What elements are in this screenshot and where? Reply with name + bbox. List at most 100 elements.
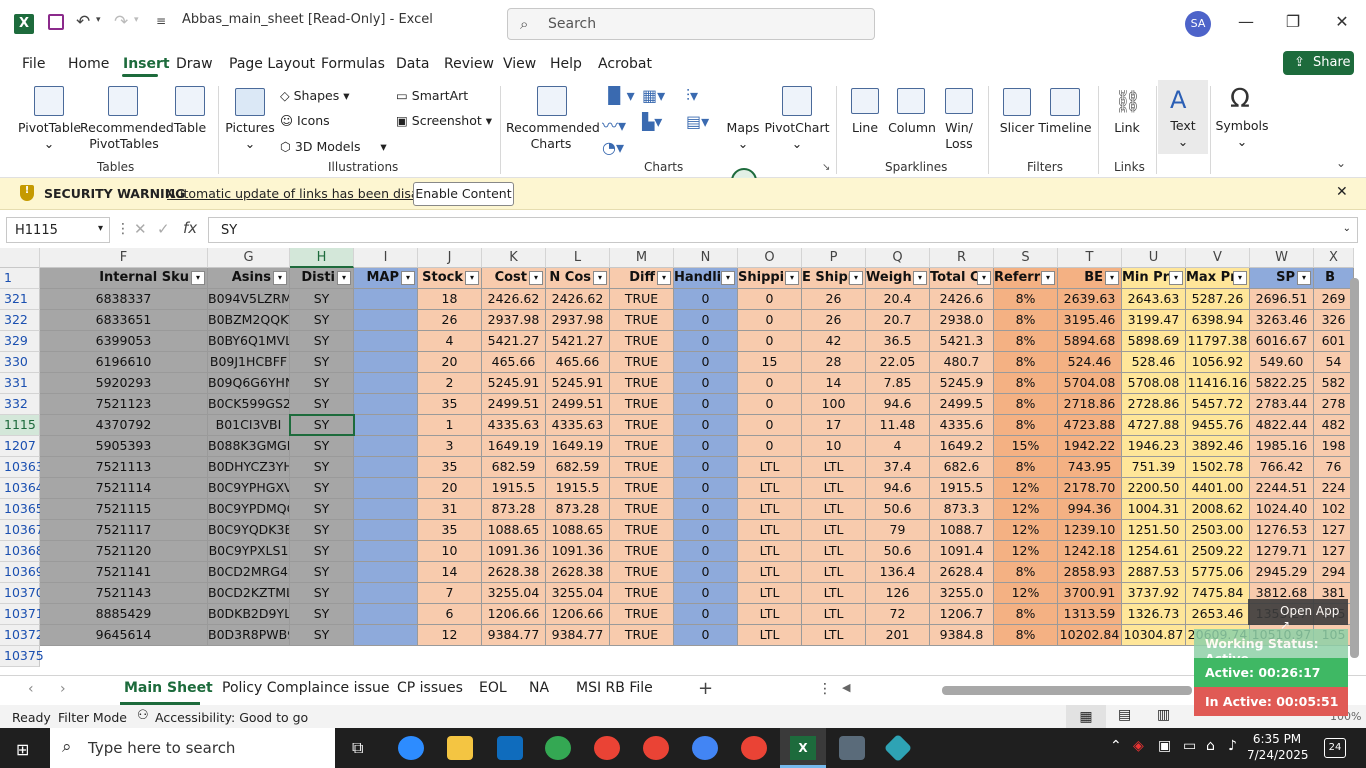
table-cell[interactable]: 8% bbox=[994, 562, 1058, 583]
column-header-r[interactable]: R bbox=[930, 248, 994, 268]
table-cell[interactable]: 9645614 bbox=[40, 625, 208, 646]
table-cell[interactable]: 0 bbox=[674, 499, 738, 520]
table-cell[interactable]: 465.66 bbox=[482, 352, 546, 373]
table-cell[interactable]: 8% bbox=[994, 457, 1058, 478]
table-cell[interactable]: 2200.50 bbox=[1122, 478, 1186, 499]
filter-dropdown-icon[interactable]: ▾ bbox=[273, 271, 287, 285]
row-header[interactable]: 330 bbox=[0, 352, 40, 373]
table-cell[interactable]: 2858.93 bbox=[1058, 562, 1122, 583]
table-cell[interactable]: 8% bbox=[994, 289, 1058, 310]
column-header-g[interactable]: G bbox=[208, 248, 290, 268]
page-break-view-icon[interactable]: ▥ bbox=[1157, 707, 1170, 723]
table-cell[interactable]: 0 bbox=[738, 415, 802, 436]
hierarchy-chart-icon[interactable]: ▦▾ bbox=[642, 86, 665, 105]
table-cell[interactable]: 10304.87 bbox=[1122, 625, 1186, 646]
combo-chart-icon[interactable]: ▤▾ bbox=[686, 112, 709, 131]
table-cell[interactable]: 14 bbox=[802, 373, 866, 394]
table-cell[interactable]: SY bbox=[290, 520, 354, 541]
table-cell[interactable]: 6833651 bbox=[40, 310, 208, 331]
tray-icon[interactable]: ▣ bbox=[1158, 738, 1171, 754]
row-header[interactable]: 10372 bbox=[0, 625, 44, 646]
table-cell[interactable]: 2628.38 bbox=[482, 562, 546, 583]
table-cell[interactable]: 2937.98 bbox=[546, 310, 610, 331]
close-icon[interactable]: ✕ bbox=[1327, 12, 1357, 31]
page-layout-view-icon[interactable]: ▤ bbox=[1118, 707, 1131, 723]
table-cell[interactable]: 1915.5 bbox=[482, 478, 546, 499]
table-cell[interactable]: SY bbox=[290, 415, 354, 436]
table-header-cell[interactable]: E Shipp ▾ bbox=[802, 268, 866, 289]
table-cell[interactable]: 480.7 bbox=[930, 352, 994, 373]
table-cell[interactable]: 1091.4 bbox=[930, 541, 994, 562]
table-cell[interactable]: 5894.68 bbox=[1058, 331, 1122, 352]
table-cell[interactable]: 8% bbox=[994, 373, 1058, 394]
table-cell[interactable]: 1091.36 bbox=[546, 541, 610, 562]
table-cell[interactable] bbox=[354, 457, 418, 478]
menu-formulas[interactable]: Formulas bbox=[321, 56, 385, 72]
filter-dropdown-icon[interactable]: ▾ bbox=[913, 271, 927, 285]
table-cell[interactable]: 0 bbox=[674, 415, 738, 436]
table-cell[interactable] bbox=[354, 289, 418, 310]
table-cell[interactable]: SY bbox=[290, 583, 354, 604]
insert-function-icon[interactable]: fx bbox=[183, 219, 197, 237]
table-cell[interactable]: 1056.92 bbox=[1186, 352, 1250, 373]
table-cell[interactable]: 582 bbox=[1314, 373, 1354, 394]
row-header[interactable]: 10363 bbox=[0, 457, 44, 478]
table-cell[interactable]: 2887.53 bbox=[1122, 562, 1186, 583]
table-cell[interactable]: 26 bbox=[802, 289, 866, 310]
security-message-link[interactable]: Automatic update of links has been disab… bbox=[167, 186, 446, 201]
table-cell[interactable]: SY bbox=[290, 478, 354, 499]
menu-insert[interactable]: Insert bbox=[123, 56, 170, 72]
table-cell[interactable]: 2244.51 bbox=[1250, 478, 1314, 499]
column-header-n[interactable]: N bbox=[674, 248, 738, 268]
table-cell[interactable]: 100 bbox=[802, 394, 866, 415]
filter-dropdown-icon[interactable]: ▾ bbox=[337, 271, 351, 285]
table-cell[interactable]: 4727.88 bbox=[1122, 415, 1186, 436]
column-chart-icon[interactable]: ▐▌▾ bbox=[602, 86, 635, 105]
row-header[interactable]: 10375 bbox=[0, 646, 44, 667]
table-cell[interactable]: 5245.91 bbox=[546, 373, 610, 394]
task-view-icon[interactable]: ⧉ bbox=[352, 738, 363, 758]
expand-formula-icon[interactable]: ⌄ bbox=[1343, 223, 1351, 234]
table-cell[interactable]: 17 bbox=[802, 415, 866, 436]
vertical-scrollbar[interactable] bbox=[1350, 278, 1359, 658]
table-cell[interactable]: 7475.84 bbox=[1186, 583, 1250, 604]
table-cell[interactable]: TRUE bbox=[610, 352, 674, 373]
table-cell[interactable]: SY bbox=[290, 373, 354, 394]
table-cell[interactable]: 126 bbox=[866, 583, 930, 604]
table-cell[interactable]: 873.28 bbox=[546, 499, 610, 520]
share-button[interactable]: ⇪ Share bbox=[1283, 51, 1354, 75]
file-explorer-icon[interactable] bbox=[447, 736, 473, 760]
table-cell[interactable]: LTL bbox=[802, 625, 866, 646]
table-cell[interactable]: B094V5LZRM bbox=[208, 289, 290, 310]
table-cell[interactable]: 7521120 bbox=[40, 541, 208, 562]
table-cell[interactable]: LTL bbox=[802, 520, 866, 541]
row-header[interactable]: 10369 bbox=[0, 562, 44, 583]
recommended-pivottables-button[interactable]: Recommended PivotTables bbox=[80, 120, 174, 152]
smartart-button[interactable]: ▭ SmartArt bbox=[396, 88, 468, 103]
table-cell[interactable]: 1206.66 bbox=[546, 604, 610, 625]
table-header-cell[interactable]: Asins ▾ bbox=[208, 268, 290, 289]
table-cell[interactable]: 2499.51 bbox=[482, 394, 546, 415]
battery-icon[interactable]: ▭ bbox=[1183, 738, 1196, 754]
table-cell[interactable]: 2426.62 bbox=[546, 289, 610, 310]
table-cell[interactable]: 3892.46 bbox=[1186, 436, 1250, 457]
column-header-w[interactable]: W bbox=[1250, 248, 1314, 268]
table-cell[interactable]: 2937.98 bbox=[482, 310, 546, 331]
table-cell[interactable]: 5708.08 bbox=[1122, 373, 1186, 394]
table-cell[interactable]: 1088.65 bbox=[546, 520, 610, 541]
table-cell[interactable]: LTL bbox=[738, 583, 802, 604]
table-cell[interactable]: 35 bbox=[418, 394, 482, 415]
search-box[interactable]: ⌕ Search bbox=[507, 8, 875, 40]
table-cell[interactable]: 2696.51 bbox=[1250, 289, 1314, 310]
table-cell[interactable]: 12% bbox=[994, 499, 1058, 520]
tab-msi-rb-file[interactable]: MSI RB File bbox=[576, 680, 653, 696]
table-cell[interactable]: 102 bbox=[1314, 499, 1354, 520]
charts-dialog-launcher-icon[interactable]: ↘ bbox=[822, 162, 830, 173]
line-chart-icon[interactable]: 〰▾ bbox=[602, 112, 626, 136]
table-cell[interactable]: 1946.23 bbox=[1122, 436, 1186, 457]
table-cell[interactable]: 3 bbox=[418, 436, 482, 457]
table-cell[interactable] bbox=[354, 436, 418, 457]
table-cell[interactable] bbox=[354, 394, 418, 415]
table-cell[interactable]: TRUE bbox=[610, 394, 674, 415]
table-cell[interactable]: 26 bbox=[418, 310, 482, 331]
